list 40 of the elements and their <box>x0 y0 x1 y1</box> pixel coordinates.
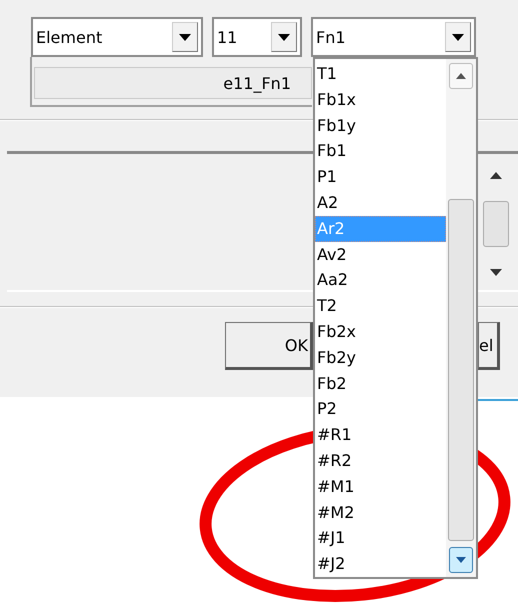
dropdown-item[interactable]: Aa2 <box>315 267 446 294</box>
dropdown-item[interactable]: Fb1x <box>315 86 446 113</box>
combo-box[interactable]: Fn1 <box>311 17 476 57</box>
cancel-button[interactable]: el <box>478 322 500 370</box>
caret-icon <box>179 34 191 40</box>
combo-box[interactable]: 11 <box>212 17 302 57</box>
dropdown-item[interactable]: #R1 <box>315 422 446 448</box>
scroll-down-icon <box>456 557 466 563</box>
dropdown-item[interactable]: T2 <box>315 293 446 319</box>
scroll-down-icon <box>490 269 502 276</box>
dropdown-scrollbar[interactable] <box>446 59 476 577</box>
ok-button[interactable]: OK <box>225 322 313 370</box>
dropdown-item[interactable]: Fb1y <box>315 112 446 138</box>
dropdown-item[interactable]: Fb2 <box>315 370 446 396</box>
dropdown-item[interactable]: #J2 <box>315 551 446 577</box>
dropdown-item[interactable]: A2 <box>315 190 446 216</box>
dropdown-item[interactable]: #M2 <box>315 500 446 526</box>
combo-box[interactable]: Element <box>31 17 203 57</box>
dropdown-item[interactable]: Fb1 <box>315 138 446 164</box>
dropdown-button[interactable] <box>445 22 471 52</box>
dropdown-button[interactable] <box>172 22 198 52</box>
scroll-up-icon <box>490 172 502 179</box>
name-field[interactable]: e11_Fn1 <box>34 67 312 99</box>
dropdown-item[interactable]: T1 <box>315 61 446 87</box>
dropdown-item[interactable]: Fb2x <box>315 318 446 345</box>
dropdown-item[interactable]: P2 <box>315 396 446 422</box>
caret-icon <box>452 34 464 40</box>
dropdown-item[interactable]: #J1 <box>315 525 446 552</box>
scroll-thumb[interactable] <box>483 201 509 247</box>
scroll-down-button[interactable] <box>449 547 473 573</box>
caret-icon <box>278 34 290 40</box>
dropdown-item[interactable]: Fb2y <box>315 344 446 371</box>
dropdown-item[interactable]: P1 <box>315 164 446 190</box>
dropdown-item[interactable]: #R2 <box>315 448 446 474</box>
dropdown-item[interactable]: Av2 <box>315 242 446 268</box>
scroll-thumb[interactable] <box>448 199 474 541</box>
dropdown-button[interactable] <box>271 22 297 52</box>
scroll-up-icon <box>456 73 466 79</box>
dropdown-item[interactable]: #M1 <box>315 474 446 500</box>
scroll-up-button[interactable] <box>449 63 473 89</box>
